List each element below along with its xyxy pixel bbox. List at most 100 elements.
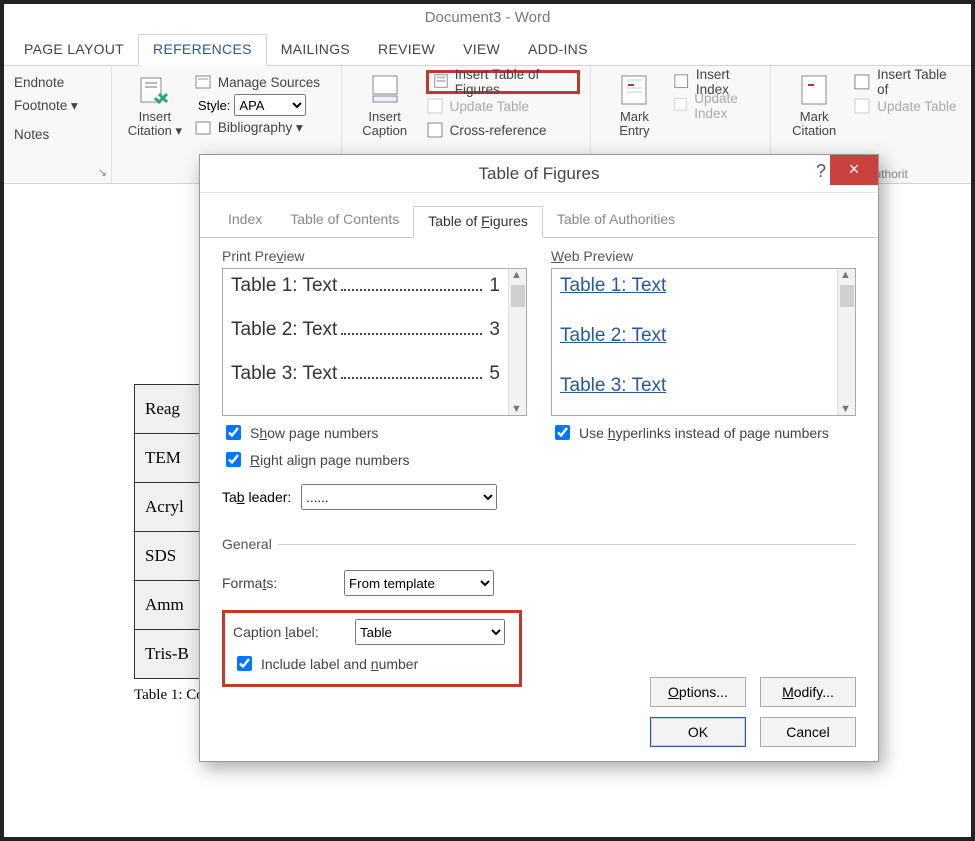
dialog-tabs: Index Table of Contents Table of Figures… xyxy=(200,193,878,238)
preview-row: Table 3: Text5 xyxy=(231,363,500,385)
insert-toa-label: Insert Table of xyxy=(877,67,961,97)
citation-style-row: Style: APA xyxy=(194,94,331,116)
tab-mailings[interactable]: MAILINGS xyxy=(267,35,364,65)
print-preview-box: Table 1: Text1 Table 2: Text3 Table 3: T… xyxy=(222,268,527,416)
right-align-input[interactable] xyxy=(226,452,241,467)
tof-icon xyxy=(433,73,449,91)
style-label: Style: xyxy=(198,98,231,113)
dialog-tab-index[interactable]: Index xyxy=(214,205,276,237)
insert-citation-button[interactable]: Insert Citation ▾ xyxy=(122,70,188,140)
caption-label-label: Caption label: xyxy=(233,624,341,640)
next-footnote-button[interactable]: Footnote ▾ xyxy=(14,94,101,118)
cross-reference-button[interactable]: Cross-reference xyxy=(426,118,581,142)
window-title: Document3 - Word xyxy=(4,4,971,32)
update-index-button[interactable]: Update Index xyxy=(673,94,760,118)
print-preview-label: Print Preview xyxy=(222,248,527,264)
tab-references[interactable]: REFERENCES xyxy=(138,34,267,66)
show-notes-button[interactable]: Notes xyxy=(14,122,101,146)
web-preview-box: Table 1: Text Table 2: Text Table 3: Tex… xyxy=(551,268,856,416)
tab-add-ins[interactable]: ADD-INS xyxy=(514,35,602,65)
web-preview-link: Table 3: Text xyxy=(560,375,829,397)
insert-table-of-figures-button[interactable]: Insert Table of Figures xyxy=(426,70,581,94)
insert-tof-label: Insert Table of Figures xyxy=(455,67,574,97)
web-preview-column: Web Preview Table 1: Text Table 2: Text … xyxy=(551,248,856,510)
mark-citation-label: Mark Citation xyxy=(792,110,836,138)
options-button[interactable]: Options... xyxy=(650,677,746,707)
dialog-title: Table of Figures xyxy=(479,164,600,184)
dialog-secondary-buttons: Options... Modify... xyxy=(650,677,856,707)
index-icon xyxy=(673,73,689,91)
tab-review[interactable]: REVIEW xyxy=(364,35,449,65)
group-footnotes: Endnote Footnote ▾ Notes ↘ xyxy=(4,66,112,183)
dialog-launcher-icon[interactable]: ↘ xyxy=(98,166,107,179)
caption-label-row: Caption label: Table xyxy=(233,619,511,645)
tab-view[interactable]: VIEW xyxy=(449,35,514,65)
right-align-checkbox[interactable]: Right align page numbers xyxy=(222,449,527,470)
include-label-input[interactable] xyxy=(237,656,252,671)
use-hyperlinks-input[interactable] xyxy=(555,425,570,440)
insert-endnote-button[interactable]: Endnote xyxy=(14,70,101,94)
insert-caption-button[interactable]: Insert Caption xyxy=(352,70,418,142)
show-page-numbers-checkbox[interactable]: Show page numbers xyxy=(222,422,527,443)
ok-button[interactable]: OK xyxy=(650,717,746,747)
bibliography-icon xyxy=(194,119,212,137)
dialog-tab-tof[interactable]: Table of Figures xyxy=(413,206,543,238)
tab-leader-select[interactable]: ...... xyxy=(301,484,497,510)
dialog-titlebar[interactable]: Table of Figures ? × xyxy=(200,155,878,193)
dialog-primary-buttons: OK Cancel xyxy=(650,717,856,747)
formats-select[interactable]: From template xyxy=(344,570,494,596)
update-table-button[interactable]: Update Table xyxy=(426,94,581,118)
caption-label-block: Caption label: Table Include label and n… xyxy=(222,610,522,687)
preview-scrollbar[interactable] xyxy=(508,269,526,415)
bibliography-label: Bibliography ▾ xyxy=(218,120,303,136)
general-legend: General xyxy=(222,536,278,552)
cross-reference-label: Cross-reference xyxy=(450,123,547,138)
bibliography-button[interactable]: Bibliography ▾ xyxy=(194,116,331,140)
formats-row: Formats: From template xyxy=(222,570,856,596)
insert-citation-label: Insert Citation ▾ xyxy=(128,110,182,138)
web-preview-scrollbar[interactable] xyxy=(837,269,855,415)
update-icon xyxy=(426,97,444,115)
caption-label-select[interactable]: Table xyxy=(355,619,505,645)
formats-label: Formats: xyxy=(222,575,330,591)
update-index-icon xyxy=(673,97,688,115)
toa-icon xyxy=(853,73,871,91)
show-page-numbers-input[interactable] xyxy=(226,425,241,440)
preview-row: Table 1: Text1 xyxy=(231,275,500,297)
manage-sources-button[interactable]: Manage Sources xyxy=(194,70,331,94)
help-button[interactable]: ? xyxy=(816,161,826,182)
dialog-tab-toc[interactable]: Table of Contents xyxy=(276,205,413,237)
caption-icon xyxy=(367,72,403,108)
general-section: General Formats: From template Caption l… xyxy=(222,536,856,687)
tab-page-layout[interactable]: PAGE LAYOUT xyxy=(10,35,138,65)
dialog-tab-toa[interactable]: Table of Authorities xyxy=(543,205,689,237)
insert-toa-button[interactable]: Insert Table of xyxy=(853,70,961,94)
cancel-button[interactable]: Cancel xyxy=(760,717,856,747)
citation-icon xyxy=(137,72,173,108)
update-index-label: Update Index xyxy=(694,91,760,121)
update-toa-icon xyxy=(853,97,871,115)
update-table-label: Update Table xyxy=(450,99,529,114)
insert-caption-label: Insert Caption xyxy=(362,110,407,138)
include-label-checkbox[interactable]: Include label and number xyxy=(233,653,511,674)
print-preview-column: Print Preview Table 1: Text1 Table 2: Te… xyxy=(222,248,527,510)
ribbon-tabs: PAGE LAYOUT REFERENCES MAILINGS REVIEW V… xyxy=(4,32,971,66)
preview-row: Table 2: Text3 xyxy=(231,319,500,341)
web-preview-link: Table 2: Text xyxy=(560,325,829,347)
dialog-body: Print Preview Table 1: Text1 Table 2: Te… xyxy=(200,238,878,701)
close-button[interactable]: × xyxy=(830,155,878,185)
update-toa-button[interactable]: Update Table xyxy=(853,94,961,118)
modify-button[interactable]: Modify... xyxy=(760,677,856,707)
mark-entry-label: Mark Entry xyxy=(619,110,649,138)
citation-style-select[interactable]: APA xyxy=(234,94,306,116)
tab-leader-row: Tab leader: ...... xyxy=(222,484,527,510)
web-preview-label: Web Preview xyxy=(551,248,856,264)
web-preview-link: Table 1: Text xyxy=(560,275,829,297)
crossref-icon xyxy=(426,121,444,139)
manage-sources-label: Manage Sources xyxy=(218,75,320,90)
mark-citation-button[interactable]: Mark Citation xyxy=(781,70,847,138)
mark-citation-icon xyxy=(796,72,832,108)
mark-entry-button[interactable]: Mark Entry xyxy=(601,70,667,138)
use-hyperlinks-checkbox[interactable]: Use hyperlinks instead of page numbers xyxy=(551,422,856,443)
mark-entry-icon xyxy=(616,72,652,108)
